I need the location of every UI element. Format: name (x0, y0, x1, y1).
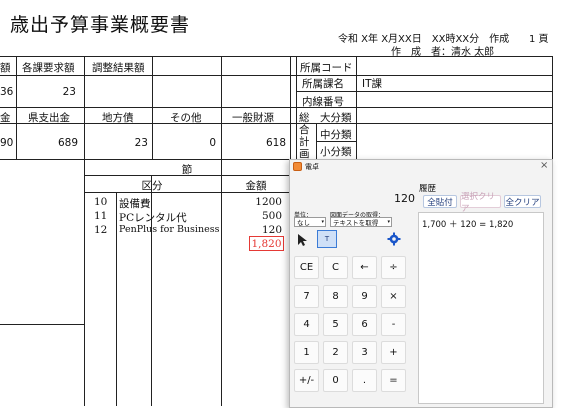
key-0[interactable]: 0 (323, 369, 348, 392)
category-column-header: 区分 (141, 180, 163, 192)
mid-category-label: 中分類 (320, 129, 352, 141)
row2-value-d: 0 (209, 137, 216, 149)
chevron-down-icon: ▾ (321, 219, 324, 225)
key-equals[interactable]: = (381, 369, 406, 392)
history-label: 履歴 (419, 184, 437, 194)
document-title: 歳出予算事業概要書 (10, 14, 191, 36)
key-c[interactable]: C (323, 256, 348, 279)
row2-value-b: 689 (57, 137, 78, 149)
figure-select[interactable]: テキストを取得 ▾ (330, 217, 392, 227)
item-code: 10 (94, 196, 108, 208)
dept-name-label: 所属課名 (302, 78, 344, 90)
extension-label: 内線番号 (302, 96, 344, 108)
page-number: 1 頁 (529, 34, 549, 45)
large-category-label: 大分類 (320, 112, 352, 124)
key-multiply[interactable]: × (381, 285, 406, 308)
total-amount-highlight[interactable]: 1,820 (249, 236, 284, 251)
clear-selection-button[interactable]: 選択クリア (460, 192, 501, 214)
item-amount: 120 (261, 224, 282, 236)
key-divide[interactable]: ÷ (381, 256, 406, 279)
section-header: 節 (181, 164, 193, 176)
key-decimal[interactable]: . (352, 369, 377, 392)
paste-all-button[interactable]: 全貼付 (423, 195, 457, 208)
local-bond-header: 地方債 (102, 112, 134, 124)
row2-value-c: 23 (134, 137, 148, 149)
key-2[interactable]: 2 (323, 341, 348, 364)
text-capture-icon[interactable]: T (317, 230, 337, 248)
unit-select[interactable]: なし ▾ (294, 217, 326, 227)
clear-all-button[interactable]: 全クリア (504, 195, 541, 208)
figure-select-value: テキストを取得 (333, 219, 379, 227)
row1-col-a: 額 (0, 62, 11, 74)
key-6[interactable]: 6 (352, 313, 377, 336)
key-3[interactable]: 3 (352, 341, 377, 364)
pref-funds-header: 県支出金 (28, 112, 70, 124)
calculator-title: 電卓 (305, 163, 319, 171)
chevron-down-icon: ▾ (387, 219, 390, 225)
item-name: PenPlus for Business (119, 224, 220, 235)
key-7[interactable]: 7 (294, 285, 319, 308)
key-5[interactable]: 5 (323, 313, 348, 336)
key-9[interactable]: 9 (352, 285, 377, 308)
row1-value-b: 23 (62, 86, 76, 98)
item-amount: 1200 (255, 196, 282, 208)
history-list[interactable]: 1,700 ＋ 120 = 1,820 (418, 212, 544, 404)
small-category-label: 小分類 (320, 146, 352, 158)
row2-value-e: 618 (265, 137, 286, 149)
history-entry[interactable]: 1,700 ＋ 120 = 1,820 (422, 218, 513, 230)
pointer-icon[interactable] (296, 232, 310, 248)
calculator-window[interactable]: 電卓 × 120 単位： なし ▾ 図面データの取得： テキストを取得 ▾ T … (289, 159, 553, 408)
gear-icon[interactable] (387, 231, 401, 246)
general-funds-header: 一般財源 (232, 112, 274, 124)
other-header: その他 (170, 112, 202, 124)
item-code: 11 (94, 210, 108, 222)
key-negate[interactable]: +/- (294, 369, 319, 392)
dept-code-label: 所属コード (300, 62, 353, 74)
key-1[interactable]: 1 (294, 341, 319, 364)
calculator-app-icon (293, 162, 302, 171)
item-amount: 500 (261, 210, 282, 222)
key-8[interactable]: 8 (323, 285, 348, 308)
item-name: 設備費 (119, 198, 151, 210)
item-code: 12 (94, 224, 108, 236)
calculator-display: 120 (394, 192, 415, 205)
key-minus[interactable]: - (381, 313, 406, 336)
key-plus[interactable]: + (381, 341, 406, 364)
key-ce[interactable]: CE (294, 256, 319, 279)
close-icon[interactable]: × (540, 160, 548, 171)
calculator-titlebar[interactable]: 電卓 × (290, 160, 552, 174)
item-name: PCレンタル代 (119, 212, 187, 224)
row1-value-a: 36 (0, 86, 14, 98)
row2-value-a: 90 (0, 137, 14, 149)
row1-request-header: 各課要求額 (22, 62, 75, 74)
dept-name-value: IT課 (362, 78, 383, 90)
row2-col-a: 金 (0, 112, 11, 124)
key-backspace[interactable]: ← (352, 256, 377, 279)
row1-adjust-header: 調整結果額 (92, 62, 145, 74)
key-4[interactable]: 4 (294, 313, 319, 336)
unit-select-value: なし (297, 219, 310, 227)
amount-column-header: 金額 (245, 180, 267, 192)
